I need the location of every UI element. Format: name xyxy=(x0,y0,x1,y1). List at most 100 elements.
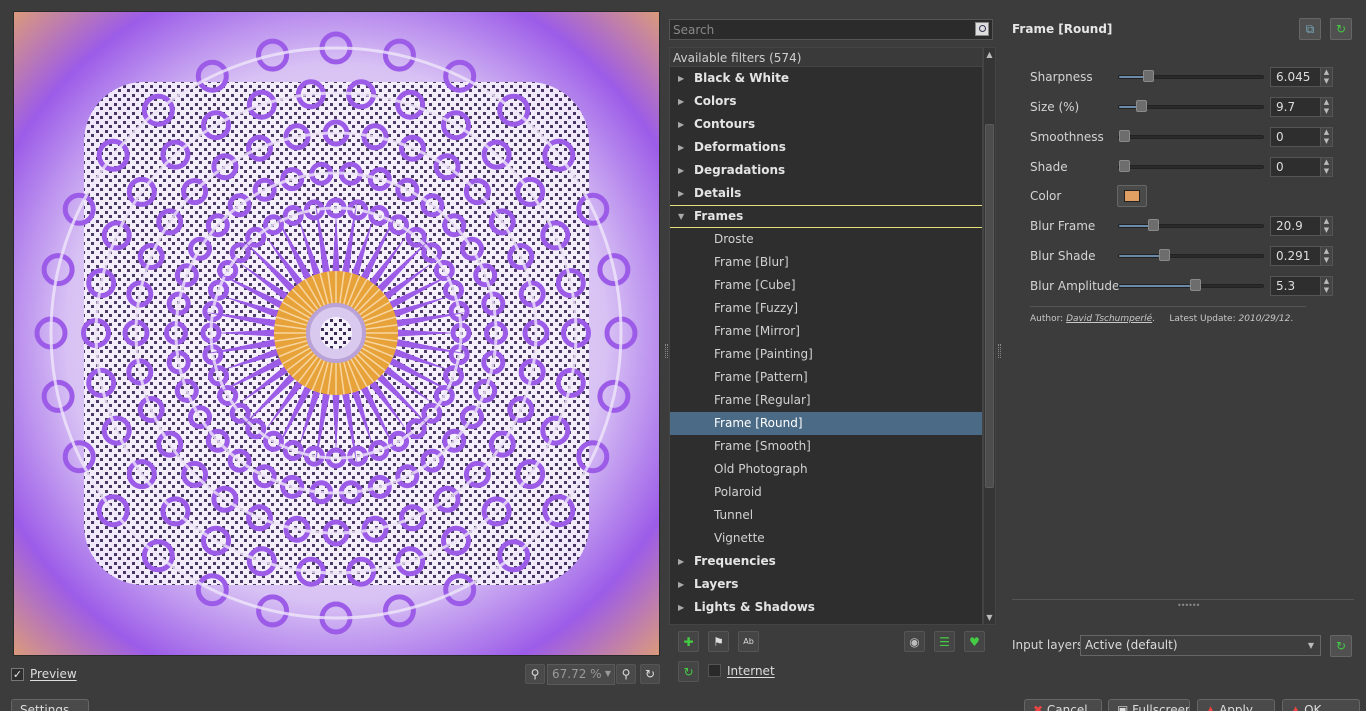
resize-grip[interactable]: •••••• xyxy=(1177,601,1200,610)
slider-handle[interactable] xyxy=(1159,249,1170,261)
spin-up-icon[interactable]: ▲ xyxy=(1321,277,1332,286)
slider-handle[interactable] xyxy=(1136,100,1147,112)
search-input[interactable]: Search xyxy=(669,19,993,40)
collapsed-arrow-icon[interactable]: ▶ xyxy=(678,159,684,182)
spin-buttons[interactable]: ▲ ▼ xyxy=(1320,277,1332,295)
param-slider[interactable] xyxy=(1118,100,1264,112)
collapsed-arrow-icon[interactable]: ▶ xyxy=(678,573,684,596)
apply-button[interactable]: ▲ Apply xyxy=(1197,699,1275,711)
bookmark-icon[interactable]: ⚑ xyxy=(708,631,729,652)
filter-item[interactable]: Tunnel xyxy=(670,504,982,527)
scrollbar-thumb[interactable] xyxy=(985,124,994,488)
spin-down-icon[interactable]: ▼ xyxy=(1321,167,1332,176)
filter-category[interactable]: ▶ Frequencies xyxy=(670,550,982,573)
list-view-icon[interactable]: ☰ xyxy=(934,631,955,652)
reset-params-icon[interactable]: ↻ xyxy=(1330,18,1352,40)
filter-item[interactable]: Frame [Painting] xyxy=(670,343,982,366)
filter-category[interactable]: ▶ Degradations xyxy=(670,159,982,182)
filter-category[interactable]: ▶ Black & White xyxy=(670,67,982,90)
filter-category[interactable]: ▶ Contours xyxy=(670,113,982,136)
spin-up-icon[interactable]: ▲ xyxy=(1321,98,1332,107)
spin-down-icon[interactable]: ▼ xyxy=(1321,107,1332,116)
zoom-in-icon[interactable]: ⚲ xyxy=(616,664,636,684)
collapsed-arrow-icon[interactable]: ▶ xyxy=(678,596,684,619)
expanded-arrow-icon[interactable]: ▼ xyxy=(678,205,684,228)
param-spinbox[interactable]: 20.9 ▲ ▼ xyxy=(1270,216,1333,236)
filter-item[interactable]: Polaroid xyxy=(670,481,982,504)
left-splitter-handle[interactable] xyxy=(665,344,668,358)
filter-item[interactable]: Frame [Fuzzy] xyxy=(670,297,982,320)
filter-category[interactable]: ▼ Frames xyxy=(670,205,982,228)
scroll-down-icon[interactable]: ▼ xyxy=(984,611,995,624)
preview-checkbox[interactable]: ✓ xyxy=(11,668,24,681)
refresh-layers-icon[interactable]: ↻ xyxy=(1330,635,1352,657)
spin-buttons[interactable]: ▲ ▼ xyxy=(1320,217,1332,235)
slider-handle[interactable] xyxy=(1143,70,1154,82)
input-layers-select[interactable]: Active (default) ▼ xyxy=(1080,635,1321,656)
spin-down-icon[interactable]: ▼ xyxy=(1321,286,1332,295)
filter-item[interactable]: Droste xyxy=(670,228,982,251)
param-spinbox[interactable]: 0 ▲ ▼ xyxy=(1270,157,1333,177)
author-link[interactable]: David Tschumperlé xyxy=(1066,314,1152,324)
spin-buttons[interactable]: ▲ ▼ xyxy=(1320,247,1332,265)
refresh-preview-icon[interactable]: ↻ xyxy=(640,664,660,684)
zoom-out-icon[interactable]: ⚲ xyxy=(525,664,545,684)
spin-down-icon[interactable]: ▼ xyxy=(1321,256,1332,265)
param-slider[interactable] xyxy=(1118,70,1264,82)
filter-category[interactable]: ▶ Deformations xyxy=(670,136,982,159)
slider-handle[interactable] xyxy=(1119,130,1130,142)
spin-down-icon[interactable]: ▼ xyxy=(1321,137,1332,146)
filter-item[interactable]: Frame [Regular] xyxy=(670,389,982,412)
ok-button[interactable]: ▲ OK xyxy=(1282,699,1360,711)
spin-up-icon[interactable]: ▲ xyxy=(1321,68,1332,77)
search-icon[interactable] xyxy=(975,22,989,36)
spin-up-icon[interactable]: ▲ xyxy=(1321,128,1332,137)
visibility-icon[interactable]: ◉ xyxy=(904,631,925,652)
spin-buttons[interactable]: ▲ ▼ xyxy=(1320,158,1332,176)
collapsed-arrow-icon[interactable]: ▶ xyxy=(678,182,684,205)
zoom-combobox[interactable]: 67.72 % ▼ xyxy=(547,664,615,685)
filter-tree-scrollbar[interactable]: ▲ ▼ xyxy=(983,47,996,625)
param-slider[interactable] xyxy=(1118,249,1264,261)
collapsed-arrow-icon[interactable]: ▶ xyxy=(678,136,684,159)
rename-icon[interactable]: Ab xyxy=(738,631,759,652)
favorites-icon[interactable]: ♥ xyxy=(964,631,985,652)
update-filters-icon[interactable]: ↻ xyxy=(678,661,699,682)
scroll-up-icon[interactable]: ▲ xyxy=(984,48,995,61)
filter-item[interactable]: Frame [Cube] xyxy=(670,274,982,297)
param-spinbox[interactable]: 5.3 ▲ ▼ xyxy=(1270,276,1333,296)
filter-item[interactable]: Frame [Mirror] xyxy=(670,320,982,343)
spin-down-icon[interactable]: ▼ xyxy=(1321,77,1332,86)
filter-item[interactable]: Frame [Round] xyxy=(670,412,982,435)
copy-to-clipboard-icon[interactable]: ⧉ xyxy=(1299,18,1321,40)
param-slider[interactable] xyxy=(1118,160,1264,172)
filter-category[interactable]: ▶ Colors xyxy=(670,90,982,113)
spin-down-icon[interactable]: ▼ xyxy=(1321,226,1332,235)
slider-handle[interactable] xyxy=(1119,160,1130,172)
param-slider[interactable] xyxy=(1118,219,1264,231)
collapsed-arrow-icon[interactable]: ▶ xyxy=(678,550,684,573)
param-slider[interactable] xyxy=(1118,279,1264,291)
right-splitter-handle[interactable] xyxy=(998,344,1001,358)
add-favorite-icon[interactable]: ✚ xyxy=(678,631,699,652)
cancel-button[interactable]: ✖ Cancel xyxy=(1024,699,1102,711)
slider-handle[interactable] xyxy=(1148,219,1159,231)
internet-checkbox[interactable] xyxy=(708,664,721,677)
filter-item[interactable]: Old Photograph xyxy=(670,458,982,481)
slider-handle[interactable] xyxy=(1190,279,1201,291)
fullscreen-button[interactable]: ▣ Fullscreen xyxy=(1108,699,1190,711)
collapsed-arrow-icon[interactable]: ▶ xyxy=(678,113,684,136)
preview-canvas[interactable] xyxy=(13,11,660,656)
filter-item[interactable]: Frame [Smooth] xyxy=(670,435,982,458)
spin-up-icon[interactable]: ▲ xyxy=(1321,217,1332,226)
collapsed-arrow-icon[interactable]: ▶ xyxy=(678,67,684,90)
filter-item[interactable]: Vignette xyxy=(670,527,982,550)
filter-category[interactable]: ▶ Details xyxy=(670,182,982,205)
spin-buttons[interactable]: ▲ ▼ xyxy=(1320,98,1332,116)
param-spinbox[interactable]: 0 ▲ ▼ xyxy=(1270,127,1333,147)
param-spinbox[interactable]: 0.291 ▲ ▼ xyxy=(1270,246,1333,266)
spin-buttons[interactable]: ▲ ▼ xyxy=(1320,68,1332,86)
filter-category[interactable]: ▶ Lights & Shadows xyxy=(670,596,982,619)
param-slider[interactable] xyxy=(1118,130,1264,142)
spin-up-icon[interactable]: ▲ xyxy=(1321,247,1332,256)
